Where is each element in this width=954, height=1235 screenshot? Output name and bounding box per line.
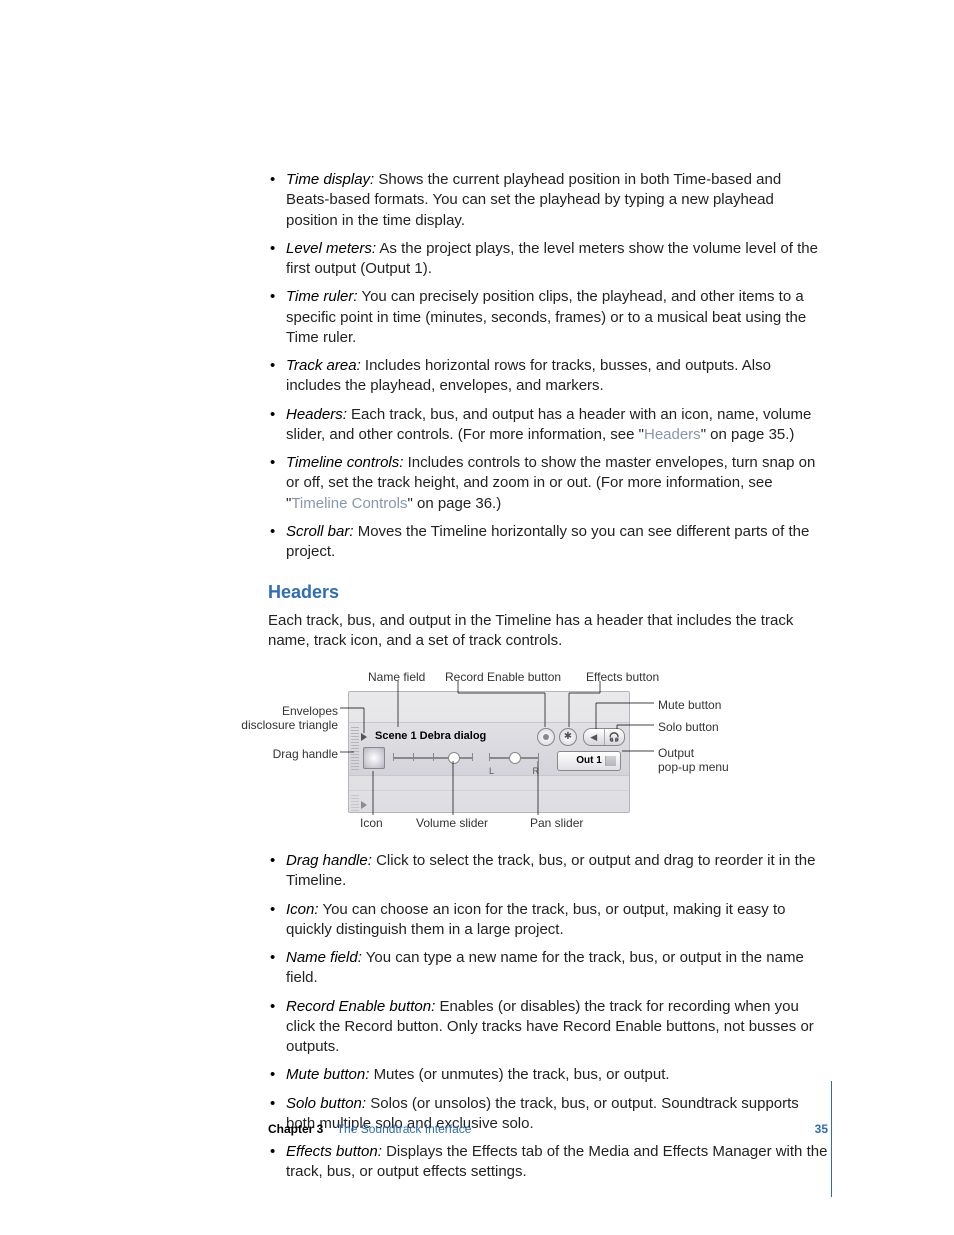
track-row-main: Scene 1 Debra dialog L R [349, 722, 629, 776]
pan-slider[interactable] [489, 757, 539, 759]
list-item: Timeline controls: Includes controls to … [268, 453, 828, 514]
desc: Moves the Timeline horizontally so you c… [286, 523, 809, 560]
disclosure-triangle-icon[interactable] [361, 733, 367, 741]
output-popup-menu[interactable]: Out 1 [557, 751, 621, 771]
footer-rule [831, 1081, 832, 1197]
callout-drag-handle: Drag handle [226, 746, 338, 762]
pan-left-label: L [489, 765, 494, 777]
list-item: Time display: Shows the current playhead… [268, 170, 828, 231]
desc: You can type a new name for the track, b… [286, 949, 804, 986]
list-item: Icon: You can choose an icon for the tra… [268, 900, 828, 941]
callout-record-enable: Record Enable button [445, 669, 561, 685]
list-item: Track area: Includes horizontal rows for… [268, 356, 828, 397]
bullet-list-top: Time display: Shows the current playhead… [268, 170, 828, 562]
term: Level meters: [286, 240, 376, 257]
desc: You can precisely position clips, the pl… [286, 288, 806, 346]
callout-effects: Effects button [586, 669, 659, 685]
drag-handle [351, 795, 359, 813]
term: Drag handle: [286, 852, 372, 869]
page-number: 35 [815, 1121, 828, 1137]
list-item: Name field: You can type a new name for … [268, 948, 828, 989]
term: Mute button: [286, 1066, 369, 1083]
mute-solo-group: ◀ 🎧 [583, 728, 625, 746]
term: Icon: [286, 901, 319, 918]
term: Record Enable button: [286, 998, 435, 1015]
list-item: Time ruler: You can precisely position c… [268, 287, 828, 348]
callout-envelopes: Envelopes disclosure triangle [226, 705, 338, 733]
term: Track area: [286, 357, 361, 374]
list-item: Headers: Each track, bus, and output has… [268, 405, 828, 446]
callout-pan-slider: Pan slider [530, 815, 583, 831]
term: Headers: [286, 406, 347, 423]
track-name-field[interactable]: Scene 1 Debra dialog [375, 729, 486, 744]
callout-solo: Solo button [658, 719, 719, 735]
term: Solo button: [286, 1095, 366, 1112]
drag-handle[interactable] [351, 727, 359, 771]
volume-slider[interactable] [393, 757, 473, 759]
document-page: Time display: Shows the current playhead… [0, 0, 954, 1235]
slider-knob-icon[interactable] [509, 752, 521, 764]
xref-link[interactable]: Timeline Controls [291, 495, 407, 512]
list-item: Mute button: Mutes (or unmutes) the trac… [268, 1065, 828, 1085]
slider-knob-icon[interactable] [448, 752, 460, 764]
term: Name field: [286, 949, 362, 966]
track-icon[interactable] [363, 747, 385, 769]
page-footer: Chapter 3 The Soundtrack Interface 35 [0, 1121, 954, 1137]
mute-button[interactable]: ◀ [584, 729, 605, 745]
term: Time ruler: [286, 288, 358, 305]
desc-after: " on page 36.) [407, 495, 501, 512]
callout-mute: Mute button [658, 697, 721, 713]
callout-volume-slider: Volume slider [416, 815, 488, 831]
term: Timeline controls: [286, 454, 403, 471]
effects-button[interactable] [559, 728, 577, 746]
footer-left: Chapter 3 The Soundtrack Interface [268, 1121, 471, 1137]
chapter-title: The Soundtrack Interface [337, 1122, 472, 1136]
disclosure-triangle-icon [361, 801, 367, 809]
solo-button[interactable]: 🎧 [605, 729, 625, 745]
desc: You can choose an icon for the track, bu… [286, 901, 786, 938]
term: Time display: [286, 171, 374, 188]
list-item: Record Enable button: Enables (or disabl… [268, 997, 828, 1058]
xref-link[interactable]: Headers [644, 426, 701, 443]
term: Effects button: [286, 1143, 382, 1160]
desc-after: " on page 35.) [701, 426, 795, 443]
chapter-label: Chapter 3 [268, 1122, 323, 1136]
track-header-figure: Name field Record Enable button Effects … [168, 661, 848, 841]
list-item: Scroll bar: Moves the Timeline horizonta… [268, 522, 828, 563]
adjacent-track-bottom [349, 790, 629, 813]
term: Scroll bar: [286, 523, 354, 540]
callout-icon: Icon [360, 815, 383, 831]
pan-lr-labels: L R [489, 765, 539, 777]
content-column: Time display: Shows the current playhead… [268, 170, 828, 1183]
pan-right-label: R [533, 765, 540, 777]
list-item: Effects button: Displays the Effects tab… [268, 1142, 828, 1183]
desc: Mutes (or unmutes) the track, bus, or ou… [374, 1066, 670, 1083]
track-header-panel: L R Scene 1 Debra dialog [348, 691, 630, 813]
section-intro: Each track, bus, and output in the Timel… [268, 611, 828, 652]
callout-name-field: Name field [368, 669, 425, 685]
list-item: Level meters: As the project plays, the … [268, 239, 828, 280]
section-heading: Headers [268, 580, 828, 604]
list-item: Drag handle: Click to select the track, … [268, 851, 828, 892]
callout-output-l2: pop-up menu [658, 759, 729, 775]
record-enable-button[interactable] [537, 728, 555, 746]
